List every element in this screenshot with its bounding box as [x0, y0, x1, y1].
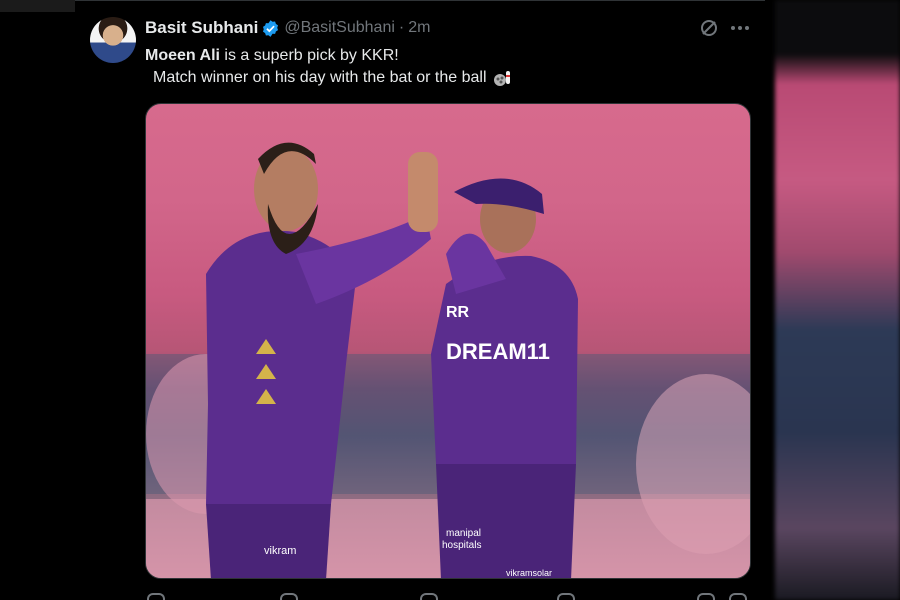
tweet-card[interactable]: Basit Subhani @BasitSubhani · 2m Moeen A… — [75, 0, 765, 600]
tweet-image[interactable]: vikram DREAM11 RR manipal hospitals vikr… — [145, 103, 751, 579]
avatar[interactable] — [90, 17, 136, 63]
separator-dot: · — [398, 19, 405, 36]
reply-icon[interactable] — [147, 593, 165, 600]
more-options-icon[interactable] — [729, 18, 751, 38]
tweet-text: Moeen Ali is a superb pick by KKR! Match… — [145, 45, 745, 89]
user-handle[interactable]: @BasitSubhani — [284, 19, 395, 37]
backdrop-right — [765, 0, 900, 600]
tweet-header: Basit Subhani @BasitSubhani · 2m — [145, 17, 430, 39]
player-right: DREAM11 RR manipal hospitals vikramsolar — [431, 178, 578, 578]
sponsor-right-3: vikramsolar — [506, 568, 552, 578]
timestamp[interactable]: 2m — [408, 19, 430, 37]
sponsor-left: vikram — [264, 545, 296, 557]
verified-badge-icon — [263, 19, 279, 37]
sponsor-right-1: manipal — [446, 528, 481, 539]
grok-icon[interactable] — [699, 18, 719, 38]
players-photo: vikram DREAM11 RR manipal hospitals vikr… — [146, 142, 750, 578]
action-bar — [145, 593, 751, 600]
like-icon[interactable] — [420, 593, 438, 600]
display-name[interactable]: Basit Subhani — [145, 18, 258, 38]
jersey-sponsor-text: DREAM11 — [446, 339, 550, 364]
cricket-emoji-icon — [493, 71, 510, 86]
sponsor-right-2: hospitals — [442, 540, 481, 551]
retweet-icon[interactable] — [280, 593, 298, 600]
tweet-line-2: Match winner on his day with the bat or … — [145, 67, 745, 89]
sleeve-text: RR — [446, 304, 470, 321]
tweet-line-1-rest: is a superb pick by KKR! — [219, 47, 399, 64]
tweet-mention-bold: Moeen Ali — [145, 47, 220, 64]
bookmark-icon[interactable] — [697, 593, 715, 600]
backdrop-corner — [0, 0, 75, 12]
share-icon[interactable] — [729, 593, 747, 600]
tweet-line-2-text: Match winner on his day with the bat or … — [153, 69, 487, 86]
backdrop-left — [0, 0, 75, 600]
tweet-line-1: Moeen Ali is a superb pick by KKR! — [145, 45, 745, 67]
views-icon[interactable] — [557, 593, 575, 600]
